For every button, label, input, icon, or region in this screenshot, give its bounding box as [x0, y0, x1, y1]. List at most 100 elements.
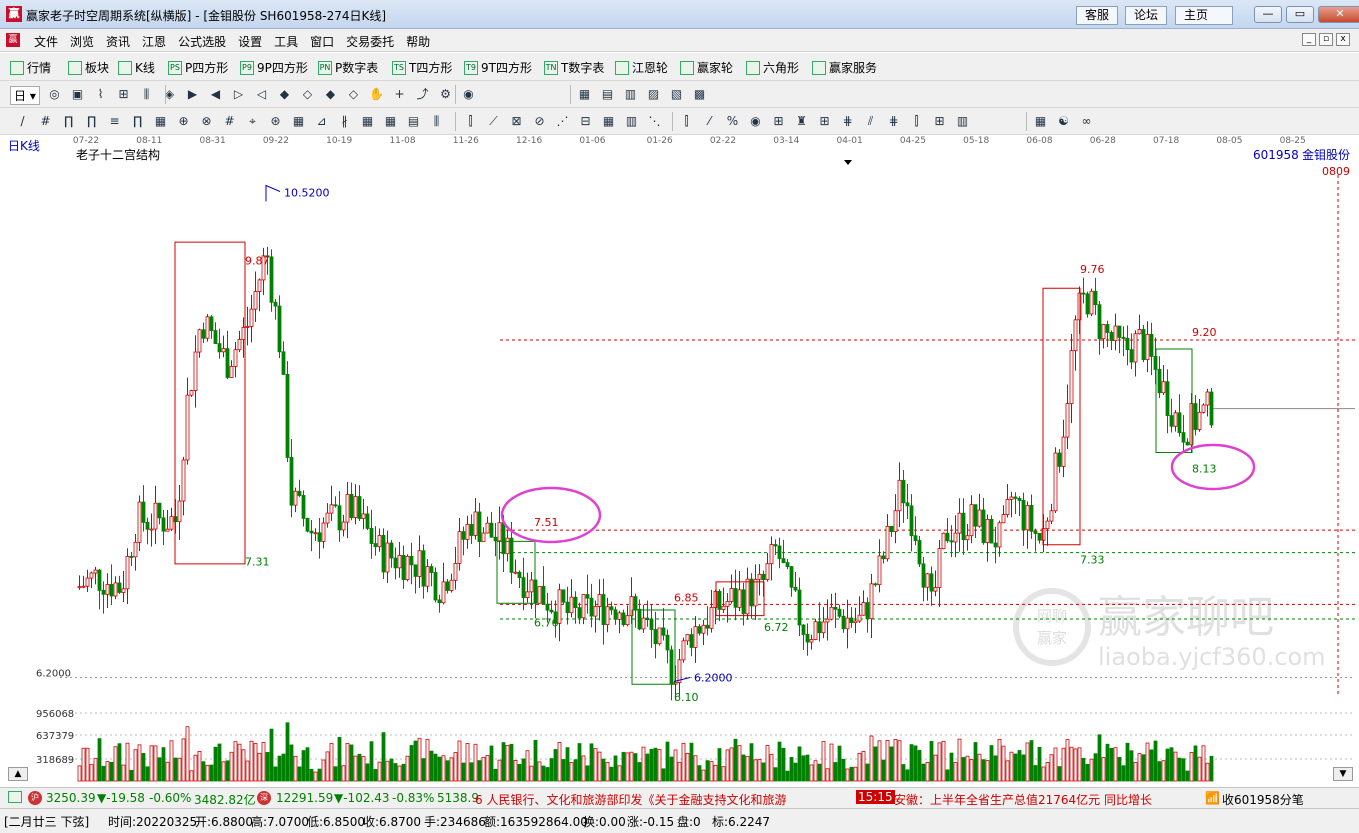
chart-tool-3-icon[interactable]: ⊞ [115, 86, 132, 103]
draw-tool-2-icon[interactable]: ∏ [60, 113, 77, 130]
menu-item-3[interactable]: 江恩 [136, 33, 172, 50]
toolbar-button-7[interactable]: T9 9T四方形 [464, 59, 532, 76]
news-text[interactable]: 安徽：上半年全省生产总值21764亿元 同比增长 [894, 791, 1200, 808]
chart-tool-7-icon[interactable]: ◀ [207, 86, 224, 103]
draw2-tool-8-icon[interactable]: ⋱ [646, 113, 663, 130]
chart-tool-12-icon[interactable]: ◆ [322, 86, 339, 103]
draw3-tool-11-icon[interactable]: ⊞ [931, 113, 948, 130]
mdi-close-icon[interactable]: x [1336, 33, 1350, 46]
draw3-tool-14-icon[interactable] [1000, 113, 1017, 130]
toolbar-button-8[interactable]: TN T数字表 [544, 59, 604, 76]
chart-tool-17-icon[interactable]: ⚙ [437, 86, 454, 103]
menu-item-2[interactable]: 资讯 [100, 33, 136, 50]
draw-tool-3-icon[interactable]: ∏ [83, 113, 100, 130]
chart-tool-16-icon[interactable]: ⤴ [414, 86, 431, 103]
draw2-tool-2-icon[interactable]: ⊠ [508, 113, 525, 130]
draw3-tool-6-icon[interactable]: ⊞ [816, 113, 833, 130]
draw3-tool-13-icon[interactable] [977, 113, 994, 130]
draw2-tool-0-icon[interactable]: ⫿ [462, 113, 479, 130]
grid-small-icon[interactable] [8, 791, 22, 803]
draw-tool-14-icon[interactable]: ∦ [336, 113, 353, 130]
view-tool-1-icon[interactable]: ▤ [599, 86, 616, 103]
toolbar-button-1[interactable]: 板块 [68, 59, 109, 76]
draw3-tool-0-icon[interactable]: ⫿ [678, 113, 695, 130]
mdi-restore-icon[interactable]: ▫ [1319, 33, 1333, 46]
menu-item-7[interactable]: 窗口 [304, 33, 340, 50]
draw2-tool-1-icon[interactable]: ⟋ [485, 113, 502, 130]
draw3-tool-4-icon[interactable]: ⊞ [770, 113, 787, 130]
toolbar-button-0[interactable]: 行情 [10, 59, 51, 76]
chart-tool-18-icon[interactable]: ◉ [460, 86, 477, 103]
misc-tool-1-icon[interactable]: ☯ [1055, 113, 1072, 130]
draw-tool-9-icon[interactable]: # [221, 113, 238, 130]
draw-tool-15-icon[interactable]: ▦ [359, 113, 376, 130]
menu-item-8[interactable]: 交易委托 [340, 33, 400, 50]
view-tool-0-icon[interactable]: ▦ [576, 86, 593, 103]
draw-tool-18-icon[interactable]: ⫼ [428, 113, 445, 130]
menu-item-1[interactable]: 浏览 [64, 33, 100, 50]
draw-tool-4-icon[interactable]: ≡ [106, 113, 123, 130]
home-button[interactable]: 主页 [1175, 6, 1233, 25]
dropdown-arrow-icon[interactable] [844, 160, 852, 165]
view-tool-4-icon[interactable]: ▧ [668, 86, 685, 103]
draw-tool-0-icon[interactable]: / [14, 113, 31, 130]
toolbar-button-6[interactable]: TS T四方形 [392, 59, 452, 76]
draw-tool-17-icon[interactable]: ▤ [405, 113, 422, 130]
draw-tool-7-icon[interactable]: ⊕ [175, 113, 192, 130]
chart-tool-11-icon[interactable]: ◇ [299, 86, 316, 103]
draw3-tool-3-icon[interactable]: ◉ [747, 113, 764, 130]
draw2-tool-5-icon[interactable]: ⊟ [577, 113, 594, 130]
kline-chart[interactable]: 网聊 赢家 赢家聊吧 liaoba.yjcf360.com 07-22 08-11… [0, 135, 1359, 787]
draw-tool-16-icon[interactable]: ▦ [382, 113, 399, 130]
toolbar-button-2[interactable]: K线 [118, 59, 155, 76]
chart-tool-4-icon[interactable]: ⫼ [138, 86, 155, 103]
chart-tool-5-icon[interactable]: ◈ [161, 86, 178, 103]
draw3-tool-2-icon[interactable]: % [724, 113, 741, 130]
maximize-icon[interactable]: ▭ [1286, 6, 1314, 23]
toolbar-button-10[interactable]: 赢家轮 [680, 59, 733, 76]
minimize-icon[interactable]: — [1254, 6, 1282, 23]
draw2-tool-6-icon[interactable]: ▦ [600, 113, 617, 130]
chart-tool-10-icon[interactable]: ◆ [276, 86, 293, 103]
misc-tool-0-icon[interactable]: ▦ [1032, 113, 1049, 130]
chart-area[interactable]: 网聊 赢家 赢家聊吧 liaoba.yjcf360.com 07-22 08-11… [0, 135, 1359, 787]
chart-tool-0-icon[interactable]: ◎ [46, 86, 63, 103]
draw3-tool-7-icon[interactable]: ⋕ [839, 113, 856, 130]
draw3-tool-9-icon[interactable]: ⋕ [885, 113, 902, 130]
view-tool-2-icon[interactable]: ▥ [622, 86, 639, 103]
draw2-tool-3-icon[interactable]: ⊘ [531, 113, 548, 130]
view-tool-5-icon[interactable]: ▩ [691, 86, 708, 103]
draw-tool-11-icon[interactable]: ⊛ [267, 113, 284, 130]
menu-item-9[interactable]: 帮助 [400, 33, 436, 50]
draw3-tool-1-icon[interactable]: ⁄ [701, 113, 718, 130]
tick-detail-link[interactable]: 收601958分笔 [1222, 791, 1304, 808]
scroll-right-icon[interactable]: ▼ [1333, 767, 1353, 781]
draw-tool-1-icon[interactable]: # [37, 113, 54, 130]
draw-tool-8-icon[interactable]: ⊗ [198, 113, 215, 130]
draw2-tool-4-icon[interactable]: ⋰ [554, 113, 571, 130]
draw3-tool-5-icon[interactable]: ♜ [793, 113, 810, 130]
toolbar-button-5[interactable]: PN P数字表 [318, 59, 378, 76]
chart-tool-15-icon[interactable]: + [391, 86, 408, 103]
close-icon[interactable]: ✕ [1318, 6, 1359, 23]
draw-tool-12-icon[interactable]: ▦ [290, 113, 307, 130]
draw3-tool-8-icon[interactable]: ⫽ [862, 113, 879, 130]
view-tool-3-icon[interactable]: ▨ [645, 86, 662, 103]
chart-tool-13-icon[interactable]: ◇ [345, 86, 362, 103]
misc-tool-2-icon[interactable]: ∞ [1078, 113, 1095, 130]
mdi-minimize-icon[interactable]: _ [1302, 33, 1316, 46]
toolbar-button-12[interactable]: 赢家服务 [812, 59, 877, 76]
draw2-tool-7-icon[interactable]: ▥ [623, 113, 640, 130]
forum-button[interactable]: 论坛 [1125, 6, 1168, 25]
draw-tool-10-icon[interactable]: ⌖ [244, 113, 261, 130]
menu-item-4[interactable]: 公式选股 [172, 33, 232, 50]
toolbar-button-3[interactable]: PS P四方形 [168, 59, 228, 76]
chart-tool-8-icon[interactable]: ▷ [230, 86, 247, 103]
draw3-tool-10-icon[interactable]: ⫿ [908, 113, 925, 130]
draw-tool-13-icon[interactable]: ⊿ [313, 113, 330, 130]
chart-tool-1-icon[interactable]: ▣ [69, 86, 86, 103]
toolbar-button-4[interactable]: P9 9P四方形 [240, 59, 308, 76]
toolbar-button-9[interactable]: 江恩轮 [615, 59, 668, 76]
menu-item-5[interactable]: 设置 [232, 33, 268, 50]
period-selector[interactable]: 日 ▾ [10, 86, 40, 105]
